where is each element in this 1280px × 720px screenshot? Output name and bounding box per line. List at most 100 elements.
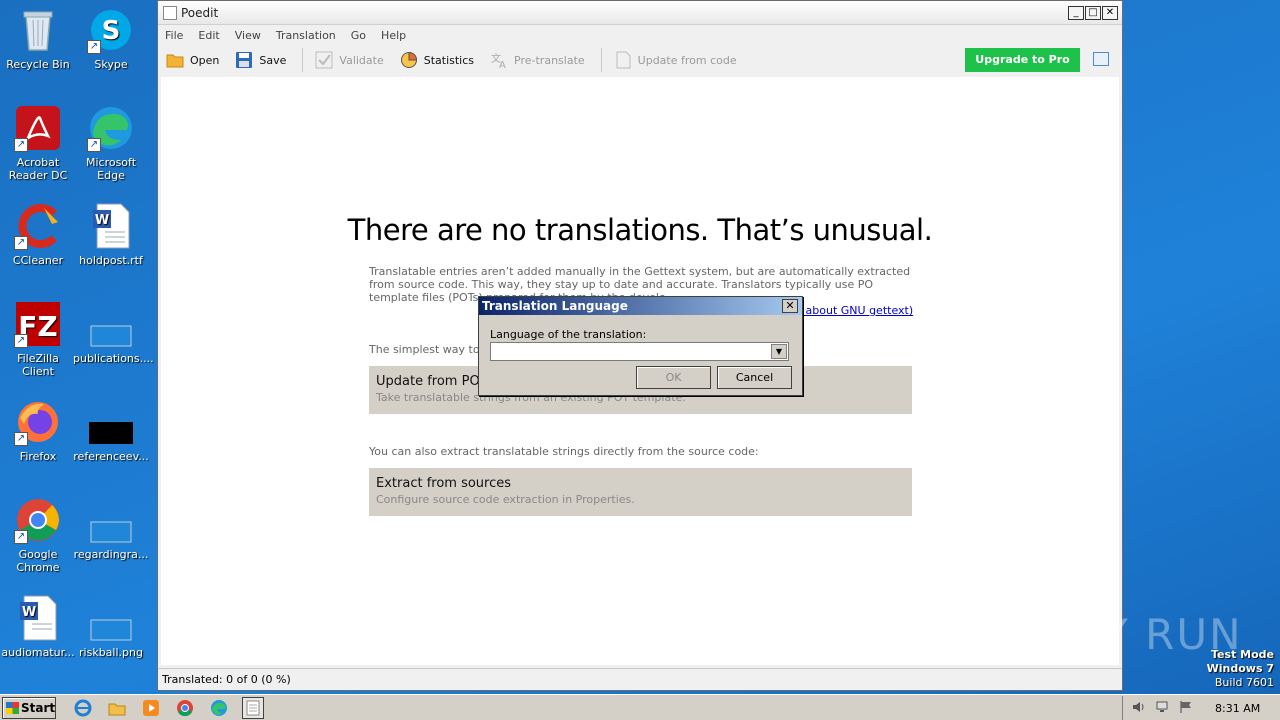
start-button[interactable]: Start <box>2 696 56 719</box>
cancel-button[interactable]: Cancel <box>717 366 792 389</box>
desktop-icon-regardingra[interactable]: regardingra... <box>73 496 149 561</box>
toolbar: Open Save Validate Statistics 文A Pre-tra… <box>158 45 1122 75</box>
desktop-icon-skype[interactable]: S ↗ Skype <box>73 6 149 71</box>
update-from-code-label: Update from code <box>637 53 737 67</box>
test-mode-notice: Test Mode Windows 7 Build 7601 <box>1207 648 1274 690</box>
folder-icon <box>166 51 184 69</box>
menu-help[interactable]: Help <box>381 29 406 42</box>
empty-state-headline: There are no translations. That’s unusua… <box>347 213 933 247</box>
status-bar: Translated: 0 of 0 (0 %) <box>158 668 1122 690</box>
menu-edit[interactable]: Edit <box>198 29 219 42</box>
dialog-title[interactable]: Translation Language <box>479 297 802 315</box>
menu-file[interactable]: File <box>165 29 183 42</box>
update-from-code-button[interactable]: Update from code <box>614 51 737 69</box>
toolbar-separator <box>302 48 304 72</box>
learn-more-link[interactable]: re about GNU gettext) <box>791 304 913 317</box>
edge-icon: ↗ <box>87 104 135 152</box>
shortcut-arrow-icon: ↗ <box>14 138 28 152</box>
desktop-icon-audiomatur[interactable]: W audiomatur... <box>0 594 76 659</box>
taskbar: Start 8:31 AM <box>0 694 1280 720</box>
windows-version-line: Windows 7 <box>1206 662 1274 675</box>
desktop-icon-chrome[interactable]: ↗ Google Chrome <box>0 496 76 574</box>
dialog-close-button[interactable]: ✕ <box>782 299 798 313</box>
word-document-icon: W <box>14 594 62 642</box>
network-icon[interactable] <box>1155 700 1171 717</box>
desktop-icon-acrobat[interactable]: ↗ Acrobat Reader DC <box>0 104 76 182</box>
svg-text:S: S <box>102 16 121 46</box>
upgrade-to-pro-button[interactable]: Upgrade to Pro <box>965 48 1080 72</box>
maximize-button[interactable]: □ <box>1085 6 1101 20</box>
svg-text:W: W <box>95 213 109 228</box>
desktop-icon-edge[interactable]: ↗ Microsoft Edge <box>73 104 149 182</box>
blank-file-icon <box>87 496 135 544</box>
volume-icon[interactable] <box>1131 700 1147 717</box>
desktop-icon-referenceev[interactable]: referenceev... <box>73 398 149 463</box>
desktop-icon-label: audiomatur... <box>1 646 75 659</box>
shortcut-arrow-icon: ↗ <box>14 334 28 348</box>
title-bar[interactable]: Poedit _ □ ✕ <box>158 1 1122 25</box>
menu-view[interactable]: View <box>235 29 261 42</box>
desktop-icon-publications[interactable]: publications.... <box>73 300 154 365</box>
chrome-taskbar-icon[interactable] <box>174 697 196 719</box>
extract-from-sources-title: Extract from sources <box>376 476 512 491</box>
acrobat-icon: ↗ <box>14 104 62 152</box>
desktop-icon-label: FileZilla Client <box>17 352 59 378</box>
desktop-icon-label: Firefox <box>19 450 57 463</box>
save-label: Save <box>259 53 287 67</box>
sidebar-toggle-icon[interactable] <box>1093 52 1109 66</box>
word-document-icon: W <box>87 202 135 250</box>
close-button[interactable]: ✕ <box>1102 6 1118 20</box>
desktop-icon-label: Skype <box>94 58 128 71</box>
desktop-icon-label: riskball.png <box>79 646 143 659</box>
ie-taskbar-icon[interactable] <box>72 697 94 719</box>
language-label: Language of the translation: <box>490 328 647 341</box>
validate-label: Validate <box>339 53 384 67</box>
shortcut-arrow-icon: ↗ <box>87 138 101 152</box>
menu-bar: File Edit View Translation Go Help <box>158 25 1122 45</box>
minimize-button[interactable]: _ <box>1068 6 1084 20</box>
statistics-button[interactable]: Statistics <box>400 51 474 69</box>
chevron-down-icon[interactable]: ▼ <box>771 344 787 359</box>
document-update-icon <box>614 51 632 69</box>
checkmark-icon <box>315 51 333 69</box>
svg-text:W: W <box>22 605 36 620</box>
poedit-taskbar-icon[interactable] <box>242 696 264 719</box>
action-center-flag-icon[interactable] <box>1179 700 1193 717</box>
recycle-bin-icon <box>14 6 62 54</box>
ok-button[interactable]: OK <box>636 366 711 389</box>
poedit-app-icon <box>163 5 177 20</box>
clock[interactable]: 8:31 AM <box>1215 702 1260 715</box>
menu-translation[interactable]: Translation <box>276 29 336 42</box>
pie-chart-icon <box>400 51 418 69</box>
desktop-icon-firefox[interactable]: ↗ Firefox <box>0 398 76 463</box>
save-button[interactable]: Save <box>235 51 286 69</box>
edge-taskbar-icon[interactable] <box>208 697 230 719</box>
build-line: Build 7601 <box>1214 676 1274 689</box>
start-label: Start <box>21 700 56 715</box>
floppy-disk-icon <box>235 51 253 69</box>
open-button[interactable]: Open <box>166 51 219 69</box>
desktop-icon-label: regardingra... <box>73 548 149 561</box>
desktop-icon-label: CCleaner <box>12 254 64 267</box>
menu-go[interactable]: Go <box>351 29 366 42</box>
explorer-taskbar-icon[interactable] <box>106 697 128 719</box>
extract-from-sources-panel[interactable]: Extract from sources Configure source co… <box>369 468 912 516</box>
media-player-taskbar-icon[interactable] <box>140 697 162 719</box>
shortcut-arrow-icon: ↗ <box>14 432 28 446</box>
translation-language-dialog: Translation Language ✕ Language of the t… <box>478 296 803 396</box>
windows-logo-icon <box>6 701 19 714</box>
desktop-icon-ccleaner[interactable]: ↗ CCleaner <box>0 202 76 267</box>
desktop-icon-label: referenceev... <box>73 450 149 463</box>
desktop-icon-recycle-bin[interactable]: Recycle Bin <box>0 6 76 71</box>
window-controls: _ □ ✕ <box>1068 6 1118 20</box>
validate-button[interactable]: Validate <box>315 51 384 69</box>
desktop-icon-riskball[interactable]: riskball.png <box>73 594 149 659</box>
firefox-icon: ↗ <box>14 398 62 446</box>
desktop-icon-label: Acrobat Reader DC <box>8 156 68 182</box>
ccleaner-icon: ↗ <box>14 202 62 250</box>
desktop-icon-holdpost[interactable]: W holdpost.rtf <box>73 202 149 267</box>
desktop-icon-label: Recycle Bin <box>6 58 70 71</box>
desktop-icon-filezilla[interactable]: FZ ↗ FileZilla Client <box>0 300 76 378</box>
pretranslate-button[interactable]: 文A Pre-translate <box>490 51 585 71</box>
language-combobox[interactable]: ▼ <box>490 342 789 361</box>
